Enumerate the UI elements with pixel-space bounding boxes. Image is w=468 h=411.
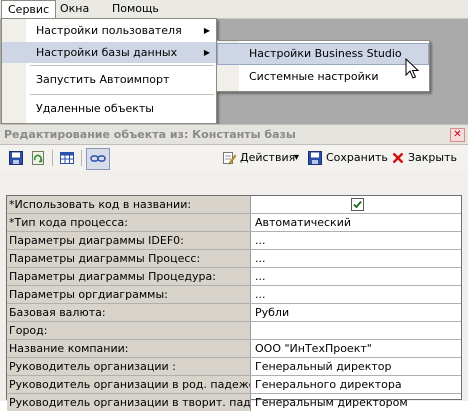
property-row: Параметры диаграммы IDEF0: ... [7,232,461,250]
menu-item-label: Запустить Автоимпорт [36,73,170,86]
property-name: *Использовать код в названии: [7,196,251,213]
save-icon [308,151,322,165]
edit-object-window: Редактирование объекта из: Константы баз… [0,124,468,411]
dropdown-arrow-icon: ▾ [294,152,300,163]
property-row: Параметры диаграммы Процедура: ... [7,268,461,286]
menu-windows[interactable]: Окна [54,0,95,18]
menu-item-label: Настройки пользователя [36,24,182,37]
mouse-cursor-icon [405,58,419,79]
property-name: Параметры диаграммы Процесс: [7,250,251,267]
property-name: Руководитель организации в творит. падеж… [7,394,251,411]
submenu-arrow-icon: ▶ [203,48,210,57]
property-value[interactable]: Генеральным директором [251,394,465,411]
property-value[interactable]: Автоматический [251,214,465,231]
property-name: Город: [7,322,251,339]
property-value[interactable] [251,322,465,339]
link-icon [90,155,106,162]
menu-item-deleted-objects[interactable]: Удаленные объекты [2,98,216,119]
close-icon [392,152,404,164]
grid-icon[interactable] [60,151,74,165]
toolbar: Действия ▾ Сохранить Закрыть [0,145,468,171]
menu-service[interactable]: Сервис [1,0,57,19]
property-row: Параметры диаграммы Процесс: ... [7,250,461,268]
window-titlebar: Редактирование объекта из: Константы баз… [0,124,468,145]
save-icon[interactable] [9,151,23,165]
property-value[interactable]: ... [251,232,465,249]
property-name: Руководитель организации : [7,358,251,375]
menu-item-label: Системные настройки [249,70,379,83]
property-row: Параметры оргдиаграммы: ... [7,286,461,304]
property-row: *Тип кода процесса: Автоматический [7,214,461,232]
property-name: Параметры оргдиаграммы: [7,286,251,303]
property-value[interactable]: ... [251,250,465,267]
property-value[interactable]: ... [251,268,465,285]
property-row: Руководитель организации в творит. падеж… [7,394,461,411]
menu-bar: Сервис Окна Помощь [0,0,468,19]
toolbar-separator [52,150,53,166]
use-code-checkbox[interactable] [351,198,364,211]
window-close-button[interactable]: ✕ [450,128,465,142]
toolbar-separator [81,150,82,166]
property-row: Название компании: ООО "ИнТехПроект" [7,340,461,358]
property-name: Параметры диаграммы IDEF0: [7,232,251,249]
menu-item-user-settings[interactable]: Настройки пользователя ▶ [2,20,216,41]
property-row: Город: [7,322,461,340]
property-name: Название компании: [7,340,251,357]
menu-separator [30,94,214,95]
property-value[interactable]: ООО "ИнТехПроект" [251,340,465,357]
link-toggle-button[interactable] [86,148,110,170]
property-value[interactable]: Рубли [251,304,465,321]
edit-document-icon [223,152,236,165]
menu-separator [30,65,214,66]
menu-item-run-autoimport[interactable]: Запустить Автоимпорт [2,69,216,90]
property-value[interactable]: Генеральный директор [251,358,465,375]
service-dropdown-menu: Настройки пользователя ▶ Настройки базы … [1,18,217,124]
actions-label: Действия [240,151,296,164]
property-value[interactable]: Генерального директора [251,376,465,393]
property-value-cell[interactable] [251,196,465,213]
property-grid: *Использовать код в названии: *Тип кода … [6,195,462,411]
database-settings-submenu: Настройки Business Studio Системные наст… [216,40,430,92]
submenu-arrow-icon: ▶ [203,26,210,35]
property-row: Руководитель организации : Генеральный д… [7,358,461,376]
property-row: Базовая валюта: Рубли [7,304,461,322]
checkmark-icon [353,200,362,209]
menu-item-system-settings[interactable]: Системные настройки [217,66,429,88]
property-name: Параметры диаграммы Процедура: [7,268,251,285]
close-label: Закрыть [408,151,457,164]
menu-item-label: Удаленные объекты [36,102,154,115]
menu-item-database-settings[interactable]: Настройки базы данных ▶ [2,42,216,63]
property-name: *Тип кода процесса: [7,214,251,231]
property-name: Базовая валюта: [7,304,251,321]
menu-help[interactable]: Помощь [106,0,165,18]
property-row: Руководитель организации в род. падеже: … [7,376,461,394]
property-row: *Использовать код в названии: [7,196,461,214]
window-title: Редактирование объекта из: Константы баз… [4,128,296,141]
menu-item-business-studio-settings[interactable]: Настройки Business Studio [217,43,429,65]
property-value[interactable]: ... [251,286,465,303]
property-name: Руководитель организации в род. падеже: [7,376,251,393]
menu-item-label: Настройки базы данных [36,46,178,59]
refresh-icon[interactable] [31,151,45,165]
menu-item-label: Настройки Business Studio [249,47,402,60]
save-label: Сохранить [326,151,388,164]
